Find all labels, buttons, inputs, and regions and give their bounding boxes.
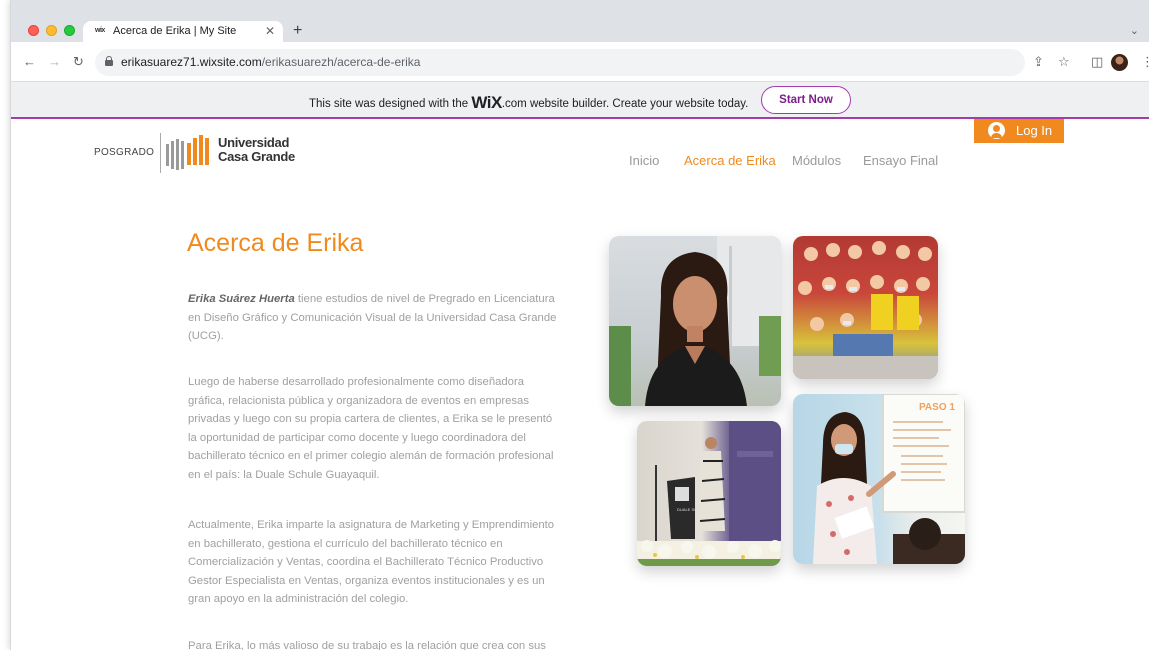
browser-tab[interactable]: wix Acerca de Erika | My Site ✕ xyxy=(83,21,283,43)
nav-item-ensayo-final[interactable]: Ensayo Final xyxy=(863,153,938,168)
classroom-teaching-photo: PASO 1 xyxy=(793,394,965,564)
banner-text-before: This site was designed with the xyxy=(309,98,472,110)
address-bar[interactable]: erikasuarez71.wixsite.com/erikasuarezh/a… xyxy=(95,49,1025,76)
board-title-text: PASO 1 xyxy=(919,402,955,413)
share-icon[interactable]: ⇪ xyxy=(1033,54,1044,70)
wix-banner-text: This site was designed with the WiX.com … xyxy=(309,93,748,113)
reload-icon[interactable]: ↻ xyxy=(73,54,84,70)
minimize-window-button[interactable] xyxy=(46,25,57,36)
current-role-paragraph: Actualmente, Erika imparte la asignatura… xyxy=(188,519,555,606)
banner-text-after: .com website builder. Create your websit… xyxy=(501,98,749,110)
chevron-down-icon[interactable]: ⌄ xyxy=(1130,24,1139,37)
browser-window: wix Acerca de Erika | My Site ✕ + ⌄ ← → … xyxy=(10,0,1149,650)
side-panel-icon[interactable]: ◫ xyxy=(1091,54,1103,70)
nav-item-modulos[interactable]: Módulos xyxy=(792,153,841,168)
url-host: erikasuarez71.wixsite.com xyxy=(121,55,262,69)
close-tab-icon[interactable]: ✕ xyxy=(265,24,275,38)
logo-line-2: Casa Grande xyxy=(218,149,295,164)
url-text[interactable]: erikasuarez71.wixsite.com/erikasuarezh/a… xyxy=(121,55,420,69)
portrait-photo xyxy=(609,236,781,406)
lock-icon[interactable] xyxy=(105,56,113,66)
nav-item-acerca-de-erika[interactable]: Acerca de Erika xyxy=(684,153,776,168)
profile-avatar[interactable] xyxy=(1111,54,1128,71)
login-label: Log In xyxy=(1016,123,1053,138)
browser-toolbar: ← → ↻ erikasuarez71.wixsite.com/erikasua… xyxy=(11,43,1149,82)
maximize-window-button[interactable] xyxy=(64,25,75,36)
person-name: Erika Suárez Huerta xyxy=(188,293,295,305)
closing-paragraph: Para Erika, lo más valioso de su trabajo… xyxy=(188,640,546,650)
close-window-button[interactable] xyxy=(28,25,39,36)
logo-line-1: Universidad xyxy=(218,135,290,150)
students-group-photo xyxy=(793,236,938,379)
forward-arrow-icon[interactable]: → xyxy=(48,54,61,69)
login-button[interactable]: Log In xyxy=(974,119,1064,143)
new-tab-icon[interactable]: + xyxy=(293,22,302,40)
user-icon xyxy=(988,122,1005,139)
tab-strip: wix Acerca de Erika | My Site ✕ + ⌄ xyxy=(11,0,1149,43)
intro-paragraph: Erika Suárez Huerta tiene estudios de ni… xyxy=(188,290,560,346)
career-paragraph: Luego de haberse desarrollado profesiona… xyxy=(188,376,554,481)
page-title: Acerca de Erika xyxy=(187,229,364,257)
tab-title: Acerca de Erika | My Site xyxy=(113,25,237,37)
url-path: /erikasuarezh/acerca-de-erika xyxy=(261,55,421,69)
nav-item-inicio[interactable]: Inicio xyxy=(629,153,659,168)
kebab-menu-icon[interactable]: ⋮ xyxy=(1141,54,1149,70)
university-name: Universidad Casa Grande xyxy=(218,136,295,164)
back-arrow-icon[interactable]: ← xyxy=(23,54,36,69)
wix-logo: WiX xyxy=(471,93,502,112)
university-logo-icon[interactable] xyxy=(166,134,214,172)
wix-banner: This site was designed with the WiX.com … xyxy=(11,82,1149,119)
logo-divider xyxy=(160,133,161,173)
podium-speech-photo: DUALE SCHULE xyxy=(637,421,781,566)
start-now-button[interactable]: Start Now xyxy=(761,86,851,114)
posgrado-label: POSGRADO xyxy=(94,147,155,158)
bookmark-star-icon[interactable]: ☆ xyxy=(1058,54,1070,70)
wix-favicon-icon: wix xyxy=(95,27,105,34)
